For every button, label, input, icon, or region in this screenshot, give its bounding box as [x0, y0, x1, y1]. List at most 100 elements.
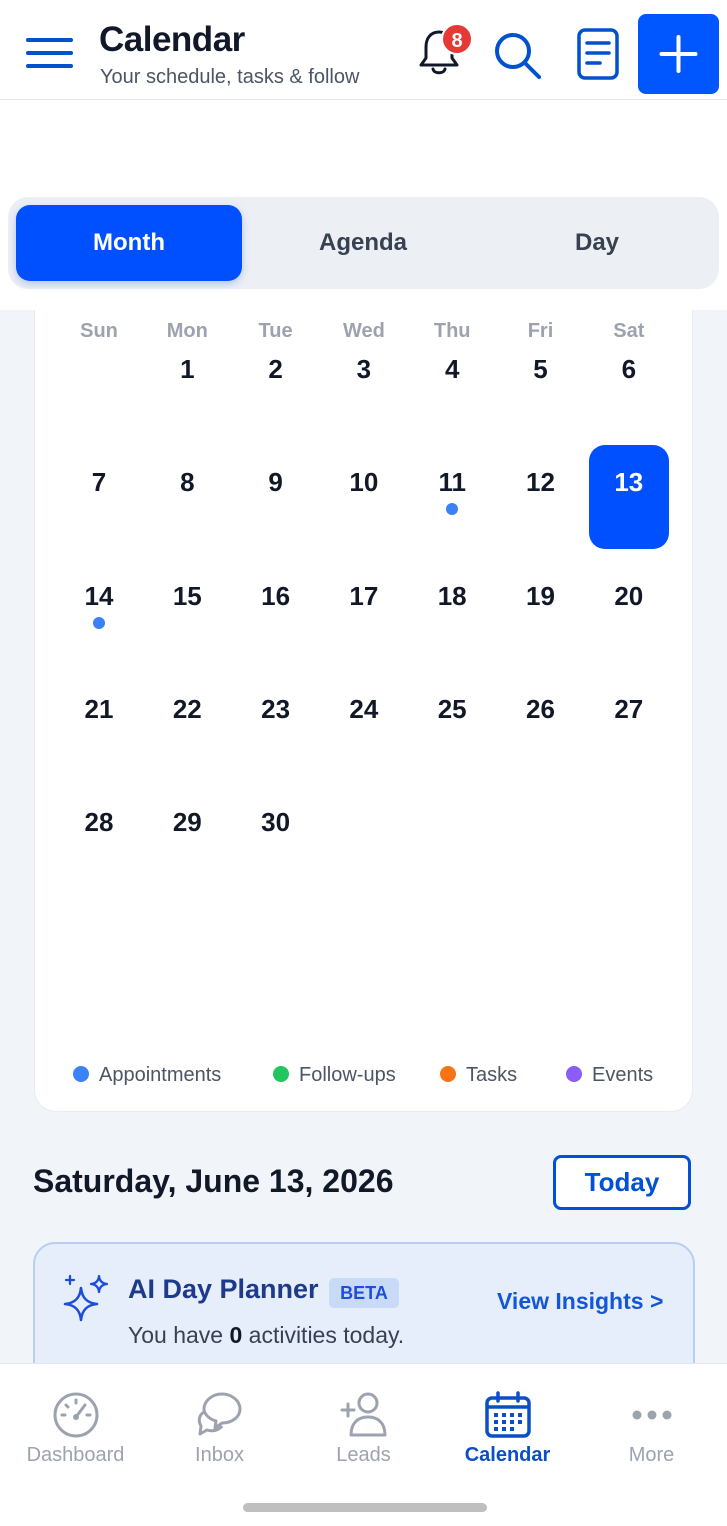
activity-count: 0	[229, 1322, 243, 1348]
calendar-day[interactable]: 16	[236, 559, 316, 663]
calendar-icon	[484, 1391, 531, 1438]
beta-badge: BETA	[329, 1278, 399, 1308]
calendar-day[interactable]: 19	[501, 559, 581, 663]
bottom-navigation: Dashboard Inbox Leads Calendar More	[0, 1363, 727, 1526]
legend-label: Follow-ups	[299, 1064, 396, 1086]
day-number: 28	[84, 807, 114, 838]
calendar-day[interactable]: 18	[412, 559, 492, 663]
appointment-dot	[93, 616, 105, 629]
calendar-day[interactable]: 20	[589, 559, 669, 663]
day-number: 4	[444, 354, 460, 384]
nav-inbox[interactable]: Inbox	[147, 1364, 292, 1484]
add-button[interactable]	[638, 14, 719, 94]
nav-label-leads: Leads	[336, 1444, 391, 1466]
day-number: 6	[621, 354, 637, 384]
calendar-day[interactable]: 14	[59, 559, 139, 663]
nav-label-calendar: Calendar	[464, 1444, 551, 1466]
calendar-day[interactable]: 30	[236, 785, 316, 889]
plus-icon	[659, 35, 698, 73]
nav-leads[interactable]: Leads	[291, 1364, 436, 1484]
nav-label-more: More	[628, 1444, 675, 1466]
calendar-day[interactable]: 15	[147, 559, 227, 663]
tab-month[interactable]: Month	[16, 205, 242, 281]
legend-item: Tasks	[440, 1064, 517, 1090]
ai-planner-summary: You have 0 activities today.	[128, 1322, 404, 1349]
day-number: 23	[261, 693, 291, 724]
calendar-day[interactable]: 23	[236, 672, 316, 776]
day-number: 19	[526, 580, 555, 611]
day-number: 20	[614, 580, 644, 611]
tab-day[interactable]: Day	[484, 205, 710, 281]
sparkle-icon	[63, 1274, 109, 1322]
nav-calendar[interactable]: Calendar	[435, 1364, 580, 1484]
legend-item: Events	[566, 1064, 653, 1090]
calendar-day-selected[interactable]: 13	[588, 445, 669, 550]
legend-dot	[566, 1066, 582, 1082]
day-number: 8	[180, 467, 195, 498]
day-number: 21	[84, 693, 114, 724]
summary-prefix: You have	[128, 1322, 224, 1348]
legend-dot	[73, 1066, 89, 1082]
day-number: 17	[349, 580, 379, 611]
app-header: Calendar Your schedule, tasks & follow 8	[0, 0, 727, 100]
calendar-day[interactable]: 17	[324, 559, 404, 663]
calendar-day[interactable]: 5	[501, 332, 581, 436]
calendar-day[interactable]: 29	[147, 785, 227, 889]
summary-suffix: activities today.	[248, 1322, 405, 1348]
calendar-day[interactable]: 25	[412, 672, 492, 776]
dashboard-icon	[53, 1392, 98, 1438]
calendar-day[interactable]: 7	[59, 445, 139, 549]
day-number: 1	[180, 354, 195, 384]
day-number: 30	[261, 807, 291, 838]
calendar-day[interactable]: 10	[324, 445, 404, 549]
day-number: 26	[526, 693, 555, 724]
menu-icon[interactable]	[26, 38, 74, 70]
notes-icon[interactable]	[576, 27, 620, 81]
nav-dashboard[interactable]: Dashboard	[3, 1364, 148, 1484]
nav-label-dashboard: Dashboard	[26, 1444, 125, 1466]
calendar-day[interactable]: 12	[501, 445, 581, 549]
notification-badge: 8	[441, 23, 473, 55]
calendar-day[interactable]: 28	[59, 785, 139, 889]
calendar-day[interactable]: 4	[412, 332, 492, 436]
month-calendar: Sun Mon Tue Wed Thu Fri Sat 1 2 3 4 5 6 7 8 9 10 11 12 13 14…	[34, 310, 693, 1112]
calendar-day[interactable]: 1	[147, 332, 227, 436]
legend-item: Follow-ups	[273, 1064, 396, 1090]
legend-label: Tasks	[466, 1064, 518, 1086]
appointment-dot	[446, 503, 459, 516]
calendar-day[interactable]: 8	[147, 445, 227, 549]
calendar-day[interactable]: 24	[324, 672, 404, 776]
leads-icon	[340, 1392, 386, 1437]
legend-dot	[440, 1066, 456, 1082]
selected-date-heading: Saturday, June 13, 2026	[33, 1163, 394, 1199]
calendar-day[interactable]: 11	[412, 445, 492, 549]
calendar-day[interactable]: 22	[147, 672, 227, 776]
page-subtitle: Your schedule, tasks & follow	[100, 66, 360, 88]
day-number: 29	[172, 807, 202, 838]
calendar-day[interactable]: 9	[236, 445, 316, 549]
calendar-day[interactable]: 26	[501, 672, 581, 776]
calendar-day[interactable]: 27	[589, 672, 669, 776]
day-number: 11	[438, 467, 466, 498]
calendar-day[interactable]: 6	[589, 332, 669, 436]
calendar-day[interactable]: 2	[236, 332, 316, 436]
day-number: 2	[268, 354, 283, 384]
today-button[interactable]: Today	[553, 1155, 691, 1210]
legend-dot	[273, 1066, 289, 1082]
home-indicator	[243, 1503, 487, 1512]
calendar-day[interactable]: 21	[59, 672, 139, 776]
day-number: 5	[533, 354, 548, 384]
view-switcher-area: Month Agenda Day	[0, 100, 727, 310]
view-insights-link[interactable]: View Insights >	[497, 1288, 663, 1315]
day-number: 7	[91, 467, 107, 498]
more-icon	[632, 1410, 671, 1420]
weekday-header: Sun	[80, 320, 118, 342]
nav-more[interactable]: More	[579, 1364, 724, 1484]
day-number: 15	[172, 580, 202, 611]
view-switcher: Month Agenda Day	[8, 197, 719, 289]
day-number: 3	[356, 354, 372, 384]
search-icon[interactable]	[492, 30, 542, 80]
day-number: 10	[349, 467, 379, 498]
tab-agenda[interactable]: Agenda	[250, 205, 476, 281]
calendar-day[interactable]: 3	[324, 332, 404, 436]
